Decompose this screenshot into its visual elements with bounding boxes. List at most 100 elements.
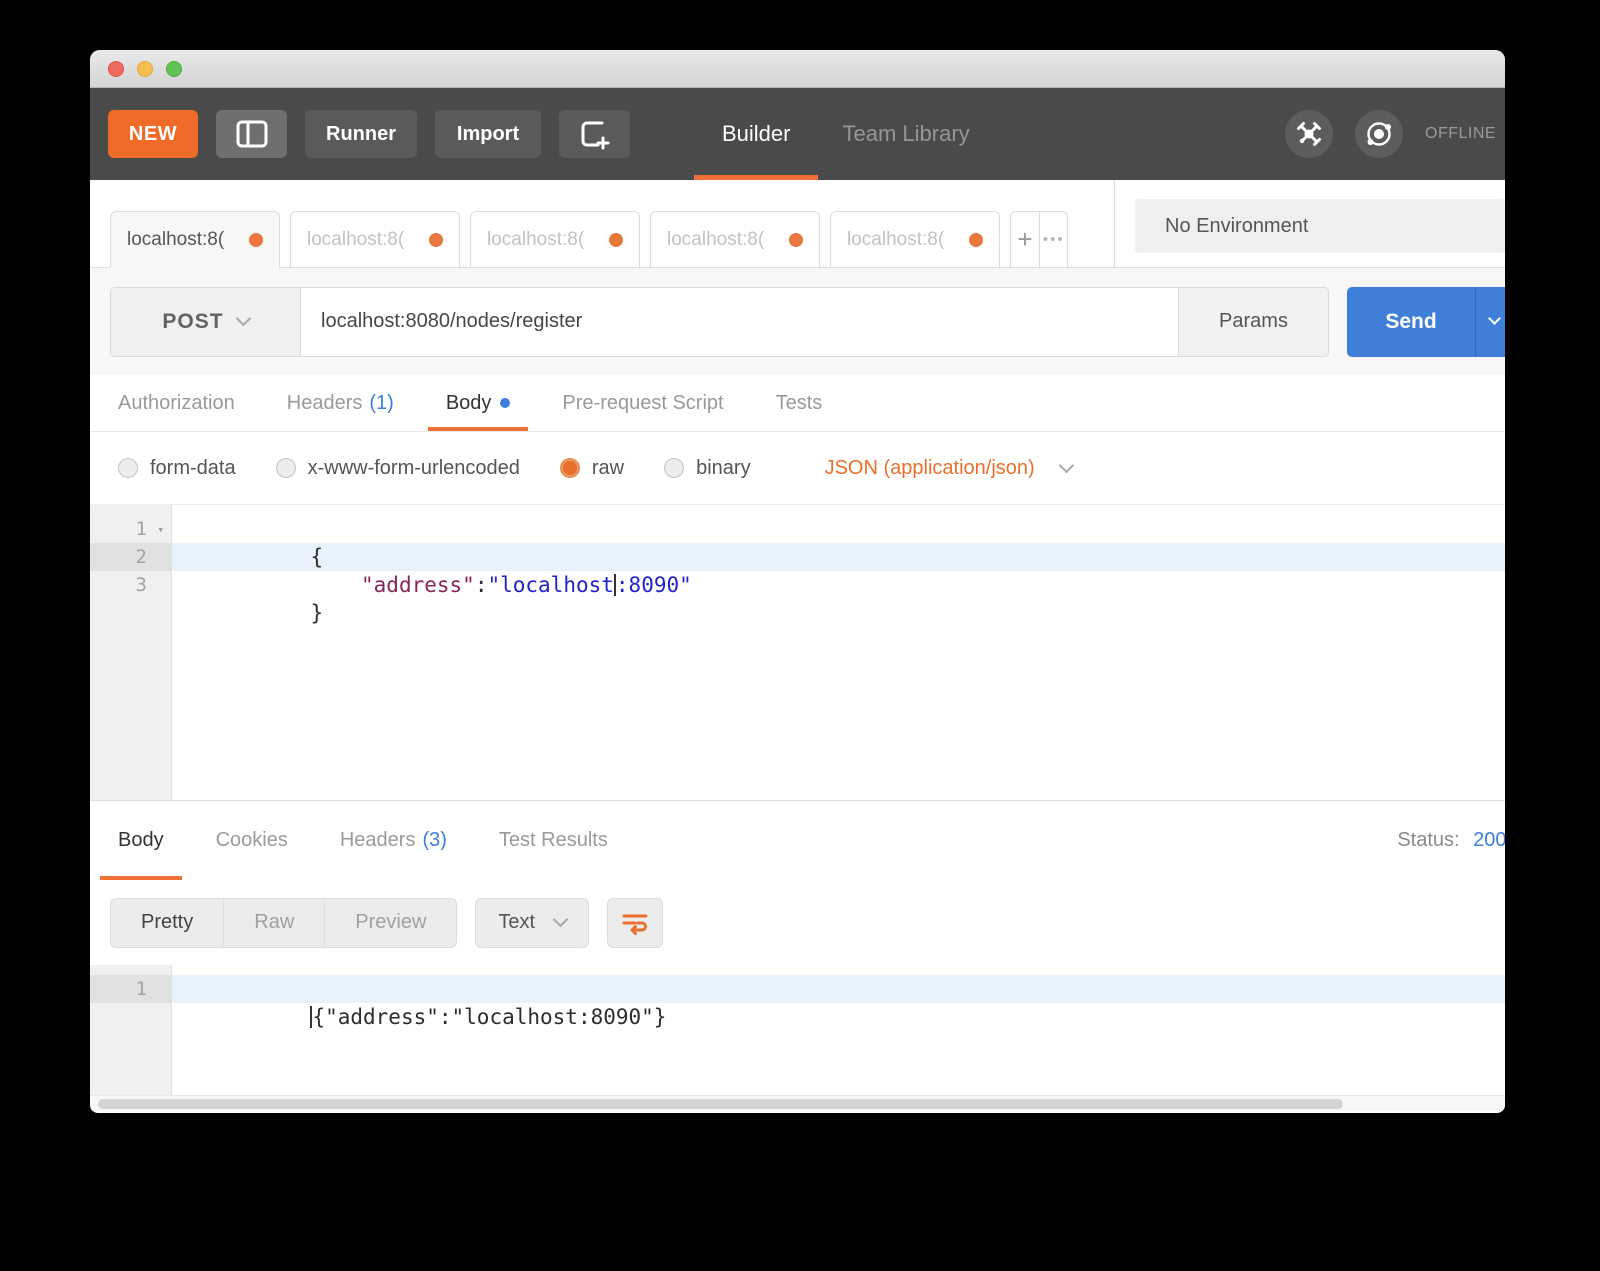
params-button[interactable]: Params [1178, 287, 1328, 356]
radio-form-data[interactable]: form-data [118, 457, 236, 480]
send-button[interactable]: Send [1347, 286, 1475, 357]
radio-raw[interactable]: raw [559, 457, 624, 480]
tab-tests[interactable]: Tests [776, 375, 823, 431]
response-line-1: {"address":"localhost:8090"} [172, 975, 1505, 1029]
response-code-area[interactable]: {"address":"localhost:8090"} [172, 965, 1505, 1095]
request-tab-label: localhost:8( [307, 228, 405, 250]
request-tab-label: localhost:8( [127, 229, 225, 250]
more-tabs-button[interactable]: ••• [1039, 212, 1068, 267]
new-window-icon [578, 118, 612, 150]
layout-toggle-button[interactable] [216, 110, 287, 158]
scrollbar-thumb[interactable] [98, 1099, 1344, 1109]
interceptor-button[interactable] [1285, 110, 1333, 158]
chevron-down-icon [1488, 312, 1501, 325]
url-bar: POST Params [110, 286, 1329, 357]
tab-headers[interactable]: Headers (1) [287, 375, 394, 431]
request-tab-label: localhost:8( [847, 228, 945, 250]
url-input[interactable] [301, 287, 1178, 356]
radio-label: form-data [150, 456, 236, 479]
radio-unselected-icon [275, 458, 296, 478]
request-tab-strip: localhost:8( localhost:8( localhost:8( l… [90, 180, 1505, 268]
send-options-button[interactable] [1475, 286, 1505, 357]
tab-cookies[interactable]: Cookies [216, 801, 288, 880]
radio-binary[interactable]: binary [664, 457, 751, 480]
sync-status-button[interactable] [1355, 110, 1403, 158]
editor-code-area[interactable]: { "address":"localhost:8090" } [172, 505, 1505, 800]
sync-orbit-icon [1364, 119, 1394, 149]
line-number: 1 [90, 975, 171, 1003]
response-sub-tabs: Body Cookies Headers (3) Test Results St… [90, 800, 1505, 880]
request-tab-3[interactable]: localhost:8( [470, 211, 640, 267]
response-format-select[interactable]: Text [475, 897, 590, 948]
tab-builder[interactable]: Builder [694, 88, 819, 180]
ellipsis-icon: ••• [1042, 231, 1065, 248]
tab-response-body[interactable]: Body [100, 801, 182, 880]
content-type-label: JSON (application/json) [824, 456, 1035, 479]
request-tab-5[interactable]: localhost:8( [830, 211, 1000, 267]
request-body-editor[interactable]: 1 ▾ 2 3 { "address":"localhost:8090" } [90, 505, 1505, 800]
plus-icon: + [1017, 224, 1033, 254]
tab-response-headers[interactable]: Headers (3) [340, 801, 447, 880]
tab-actions-group: + ••• [1010, 211, 1069, 267]
add-tab-button[interactable]: + [1011, 212, 1039, 267]
body-has-content-dot [500, 398, 511, 408]
response-view-toolbar: Pretty Raw Preview Text [90, 880, 1505, 965]
two-pane-layout-icon [235, 119, 269, 149]
chevron-down-icon [552, 911, 569, 928]
new-button[interactable]: NEW [108, 110, 198, 158]
runner-button[interactable]: Runner [305, 110, 417, 158]
request-sub-tabs: Authorization Headers (1) Body Pre-reque… [90, 375, 1505, 432]
import-button[interactable]: Import [435, 110, 541, 158]
tab-authorization[interactable]: Authorization [118, 375, 235, 431]
radio-label: x-www-form-urlencoded [307, 456, 520, 479]
response-view-group: Pretty Raw Preview [110, 897, 458, 948]
main-toolbar: NEW Runner Import Builder Team Library O… [90, 88, 1505, 180]
response-headers-count-badge: (3) [422, 829, 447, 851]
tab-body[interactable]: Body [427, 375, 529, 431]
response-gutter: 1 [90, 965, 172, 1095]
wrap-lines-button[interactable] [607, 897, 664, 948]
method-select[interactable]: POST [111, 287, 301, 356]
request-builder-bar: POST Params Send [90, 268, 1505, 375]
response-status: Status: 200 OK [1397, 829, 1505, 852]
body-active-underline [427, 427, 529, 431]
close-window-icon[interactable] [108, 60, 124, 77]
tab-pre-request-script[interactable]: Pre-request Script [562, 375, 723, 431]
unsaved-changes-dot [969, 232, 983, 247]
response-headers-label: Headers [339, 829, 416, 851]
request-tab-4[interactable]: localhost:8( [650, 211, 820, 267]
unsaved-changes-dot [249, 233, 263, 247]
chevron-down-icon [235, 310, 251, 327]
code-line-1: { [310, 545, 324, 569]
tab-team-library[interactable]: Team Library [842, 88, 969, 180]
status-value: 200 OK [1473, 829, 1505, 851]
horizontal-scrollbar[interactable] [90, 1095, 1505, 1111]
response-body-label: Body [118, 829, 164, 851]
request-tab-label: localhost:8( [487, 228, 585, 250]
response-body-viewer[interactable]: 1 {"address":"localhost:8090"} [90, 965, 1505, 1095]
status-label: Status: [1397, 829, 1460, 851]
headers-count-badge: (1) [369, 391, 394, 414]
radio-selected-icon [559, 458, 580, 478]
environment-selector[interactable]: No Environment [1135, 199, 1505, 253]
new-window-button[interactable] [559, 110, 630, 158]
view-raw-button[interactable]: Raw [223, 898, 324, 947]
view-pretty-button[interactable]: Pretty [111, 899, 223, 947]
request-tab-2[interactable]: localhost:8( [290, 211, 460, 267]
body-type-row: form-data x-www-form-urlencoded raw bina… [90, 432, 1505, 505]
content-type-select[interactable]: JSON (application/json) [824, 456, 1074, 480]
radio-urlencoded[interactable]: x-www-form-urlencoded [275, 456, 520, 480]
zoom-window-icon[interactable] [166, 60, 182, 77]
code-fold-icon[interactable]: ▾ [157, 516, 164, 544]
unsaved-changes-dot [789, 232, 803, 247]
unsaved-changes-dot [609, 232, 623, 247]
minimize-window-icon[interactable] [137, 60, 153, 77]
request-tab-1[interactable]: localhost:8( [110, 211, 280, 268]
tab-test-results[interactable]: Test Results [499, 801, 608, 880]
view-preview-button[interactable]: Preview [324, 898, 456, 947]
send-split-button: Send [1347, 286, 1505, 357]
screenshot-stage: NEW Runner Import Builder Team Library O… [0, 0, 1600, 1271]
request-tab-label: localhost:8( [667, 228, 765, 250]
offline-status-label: OFFLINE [1425, 125, 1497, 142]
method-label: POST [162, 309, 224, 333]
